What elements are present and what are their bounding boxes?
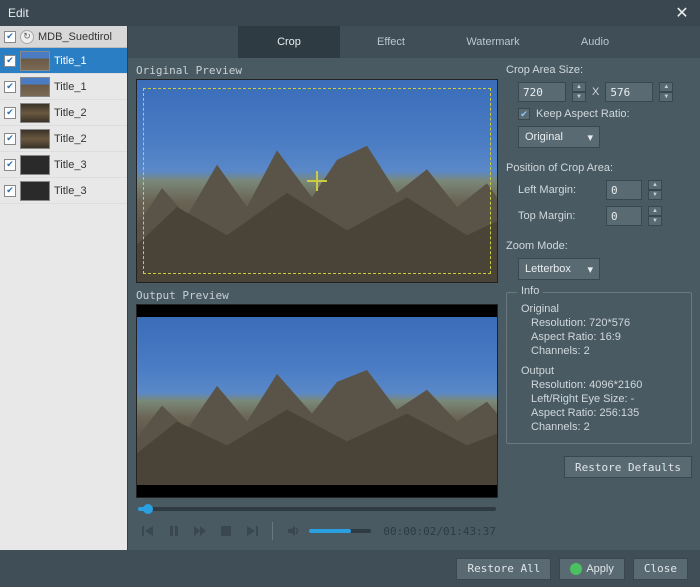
sidebar-item[interactable]: ✔ Title_3 [0, 178, 127, 204]
content: Crop Effect Watermark Audio Original Pre… [128, 26, 700, 550]
titlebar: Edit ✕ [0, 0, 700, 26]
apply-button[interactable]: Apply [559, 558, 625, 580]
item-label: Title_3 [54, 185, 123, 197]
info-output-header: Output [521, 365, 681, 377]
settings-panel: Crop Area Size: ▲▼ X ▲▼ ✔ Keep Aspect Ra… [506, 64, 692, 550]
crop-height-spinner[interactable]: ▲▼ [659, 82, 673, 102]
main-area: ✔ ↻ MDB_Suedtirol ✔ Title_1 ✔ Title_1 ✔ Title… [0, 26, 700, 550]
apply-icon [570, 563, 582, 575]
item-checkbox[interactable]: ✔ [4, 107, 16, 119]
item-thumbnail [20, 51, 50, 71]
out-resolution: 4096*2160 [589, 379, 642, 391]
pause-icon[interactable] [164, 521, 184, 541]
item-label: Title_2 [54, 133, 123, 145]
time-display: 00:00:02/01:43:37 [383, 525, 496, 538]
sidebar-item[interactable]: ✔ Title_3 [0, 152, 127, 178]
chevron-down-icon: ▾ [587, 131, 593, 144]
crop-pos-title: Position of Crop Area: [506, 162, 692, 174]
stop-icon[interactable] [216, 521, 236, 541]
select-all-checkbox[interactable]: ✔ [4, 31, 16, 43]
volume-slider[interactable] [309, 529, 371, 533]
sidebar-header: ✔ ↻ MDB_Suedtirol [0, 26, 127, 48]
item-checkbox[interactable]: ✔ [4, 81, 16, 93]
sidebar-item[interactable]: ✔ Title_2 [0, 100, 127, 126]
top-margin-spinner[interactable]: ▲▼ [648, 206, 662, 226]
info-original-header: Original [521, 303, 681, 315]
orig-aspect: 16:9 [599, 331, 620, 343]
keep-aspect-checkbox[interactable]: ✔ [518, 108, 530, 120]
item-label: Title_1 [54, 81, 123, 93]
item-thumbnail [20, 77, 50, 97]
left-margin-label: Left Margin: [518, 184, 600, 196]
playback-controls: 00:00:02/01:43:37 [136, 514, 498, 548]
close-icon[interactable]: ✕ [672, 3, 692, 23]
close-button[interactable]: Close [633, 558, 688, 580]
tab-effect[interactable]: Effect [340, 26, 442, 58]
item-checkbox[interactable]: ✔ [4, 55, 16, 67]
crop-width-spinner[interactable]: ▲▼ [572, 82, 586, 102]
output-preview-label: Output Preview [136, 289, 498, 302]
restore-all-button[interactable]: Restore All [456, 558, 551, 580]
orig-channels: 2 [584, 345, 590, 357]
out-aspect: 256:135 [599, 407, 639, 419]
sidebar: ✔ ↻ MDB_Suedtirol ✔ Title_1 ✔ Title_1 ✔ Title… [0, 26, 128, 550]
crop-width-input[interactable] [518, 82, 566, 102]
sidebar-item[interactable]: ✔ Title_2 [0, 126, 127, 152]
left-margin-input[interactable] [606, 180, 642, 200]
source-name: MDB_Suedtirol [38, 31, 123, 43]
original-preview[interactable] [136, 79, 498, 283]
crop-x-label: X [592, 86, 599, 98]
prev-icon[interactable] [138, 521, 158, 541]
body: Original Preview Output Preview [128, 58, 700, 550]
refresh-icon[interactable]: ↻ [20, 30, 34, 44]
keep-aspect-label: Keep Aspect Ratio: [536, 108, 630, 120]
item-label: Title_1 [54, 55, 123, 67]
crop-height-input[interactable] [605, 82, 653, 102]
fastforward-icon[interactable] [190, 521, 210, 541]
tab-watermark[interactable]: Watermark [442, 26, 544, 58]
out-channels: 2 [584, 421, 590, 433]
crop-size-title: Crop Area Size: [506, 64, 692, 76]
out-eye-size: - [631, 393, 635, 405]
chevron-down-icon: ▾ [587, 263, 593, 276]
restore-defaults-button[interactable]: Restore Defaults [564, 456, 692, 478]
tabbar: Crop Effect Watermark Audio [128, 26, 700, 58]
next-icon[interactable] [242, 521, 262, 541]
orig-resolution: 720*576 [589, 317, 630, 329]
footer: Restore All Apply Close [0, 550, 700, 587]
sidebar-item[interactable]: ✔ Title_1 [0, 48, 127, 74]
crop-center-icon [307, 171, 327, 191]
item-checkbox[interactable]: ✔ [4, 159, 16, 171]
item-thumbnail [20, 181, 50, 201]
item-checkbox[interactable]: ✔ [4, 133, 16, 145]
info-box: Info Original Resolution: 720*576 Aspect… [506, 292, 692, 444]
tab-crop[interactable]: Crop [238, 26, 340, 58]
volume-icon[interactable] [283, 521, 303, 541]
item-thumbnail [20, 129, 50, 149]
top-margin-input[interactable] [606, 206, 642, 226]
info-legend: Info [517, 285, 543, 297]
zoom-mode-select[interactable]: Letterbox▾ [518, 258, 600, 280]
top-margin-label: Top Margin: [518, 210, 600, 222]
item-label: Title_3 [54, 159, 123, 171]
window-title: Edit [8, 6, 29, 20]
item-thumbnail [20, 103, 50, 123]
previews: Original Preview Output Preview [136, 64, 498, 550]
item-label: Title_2 [54, 107, 123, 119]
progress-bar[interactable] [136, 498, 498, 514]
zoom-mode-title: Zoom Mode: [506, 240, 692, 252]
output-preview [136, 304, 498, 498]
original-preview-label: Original Preview [136, 64, 498, 77]
item-thumbnail [20, 155, 50, 175]
aspect-ratio-select[interactable]: Original▾ [518, 126, 600, 148]
left-margin-spinner[interactable]: ▲▼ [648, 180, 662, 200]
tab-audio[interactable]: Audio [544, 26, 646, 58]
sidebar-item[interactable]: ✔ Title_1 [0, 74, 127, 100]
item-checkbox[interactable]: ✔ [4, 185, 16, 197]
crop-rectangle[interactable] [143, 88, 491, 274]
separator [272, 522, 273, 540]
